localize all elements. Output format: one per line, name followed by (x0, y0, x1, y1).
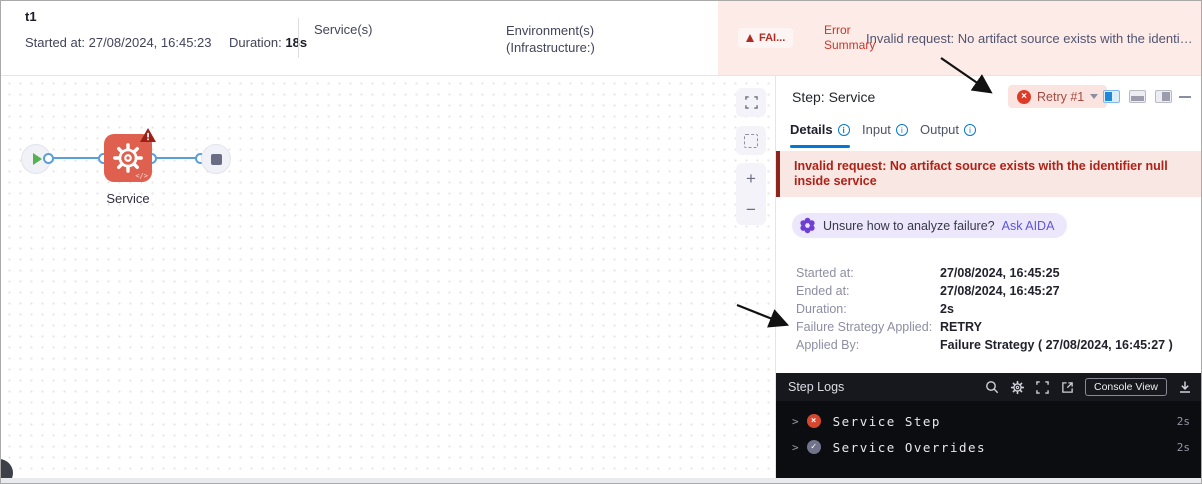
canvas-zoom-controls: + − (736, 163, 766, 225)
aida-icon (800, 217, 815, 234)
detail-label: Started at: (796, 266, 854, 280)
header-error-section: FAI... Error Summary Invalid request: No… (718, 1, 1201, 75)
ask-aida-link[interactable]: Ask AIDA (1002, 219, 1055, 233)
step-error-banner: Invalid request: No artifact source exis… (776, 151, 1201, 197)
step-logs-title: Step Logs (788, 380, 845, 394)
tab-input[interactable]: Input (862, 122, 908, 137)
layout-bottom-split-button[interactable] (1129, 90, 1146, 103)
step-logs-header: Step Logs Console View (776, 373, 1201, 401)
edge-service-to-end (152, 157, 201, 159)
expand-chevron-icon[interactable] (792, 415, 799, 428)
window-edge (1, 478, 1201, 483)
download-icon (1179, 381, 1190, 393)
log-row-service-overrides[interactable]: Service Overrides 2s (776, 434, 1201, 460)
log-row-service-step[interactable]: Service Step 2s (776, 408, 1201, 434)
duration: Duration: 18s (229, 35, 308, 50)
fullscreen-icon (744, 96, 758, 109)
canvas-select-button[interactable] (736, 126, 766, 155)
execution-header: t1 Started at: 27/08/2024, 16:45:23 Dura… (1, 1, 1201, 76)
layout-left-fill (1105, 92, 1112, 101)
step-panel-title: Step: Service (792, 89, 876, 105)
failed-status-icon (806, 414, 821, 428)
detail-value: 2s (940, 302, 954, 316)
detail-value: RETRY (940, 320, 982, 334)
aida-suggestion-pill: Unsure how to analyze failure? Ask AIDA (792, 213, 1068, 238)
tab-output[interactable]: Output (920, 122, 977, 137)
layout-bottom-fill (1131, 96, 1144, 101)
service-step-node[interactable] (104, 128, 156, 182)
gear-icon (113, 143, 143, 173)
detail-value: 27/08/2024, 16:45:25 (940, 266, 1060, 280)
fullscreen-icon (1036, 380, 1049, 394)
end-node[interactable] (201, 144, 231, 174)
layout-right-split-button[interactable] (1155, 90, 1172, 103)
services-label: Service(s) (314, 22, 373, 37)
detail-value: 27/08/2024, 16:45:27 (940, 284, 1060, 298)
pipeline-canvas[interactable]: Service + − (1, 76, 774, 480)
started-at: Started at: 27/08/2024, 16:45:23 (25, 35, 212, 50)
service-node-label: Service (106, 191, 150, 206)
status-badge[interactable]: FAI... (738, 28, 794, 48)
stop-icon (210, 153, 222, 165)
step-logs-console: Step Logs Console View > × Service Step … (776, 373, 1201, 480)
log-open-external-button[interactable] (1060, 380, 1075, 395)
zoom-out-button[interactable]: − (746, 201, 756, 218)
log-duration: 2s (1176, 440, 1190, 454)
tab-details[interactable]: Details (790, 122, 850, 137)
failed-status-icon (1017, 89, 1031, 104)
retry-dropdown-button[interactable]: Retry #1 (1008, 85, 1108, 108)
success-status-icon (806, 440, 821, 454)
marquee-select-icon (744, 133, 758, 148)
log-search-button[interactable] (985, 380, 1000, 395)
failure-warning-icon (140, 128, 156, 142)
zoom-in-button[interactable]: + (746, 170, 756, 187)
gear-icon (1010, 380, 1025, 394)
pipeline-execution-page: t1 Started at: 27/08/2024, 16:45:23 Dura… (0, 0, 1202, 484)
detail-label: Duration: (796, 302, 847, 316)
canvas-fullscreen-button[interactable] (736, 88, 766, 117)
console-view-button[interactable]: Console View (1084, 378, 1167, 396)
layout-left-split-button[interactable] (1103, 90, 1120, 103)
search-icon (986, 381, 999, 394)
play-icon (33, 153, 42, 165)
environments-label: Environment(s) (Infrastructure:) (506, 23, 595, 55)
detail-label: Ended at: (796, 284, 850, 298)
log-fullscreen-button[interactable] (1035, 380, 1050, 395)
detail-label: Applied By: (796, 338, 860, 352)
log-duration: 2s (1176, 414, 1190, 428)
external-link-icon (1062, 381, 1073, 393)
detail-label: Failure Strategy Applied: (796, 320, 933, 334)
error-summary-message: Invalid request: No artifact source exis… (866, 31, 1196, 46)
minimize-panel-button[interactable] (1179, 96, 1191, 98)
info-icon[interactable] (895, 123, 908, 136)
step-details-panel: Step: Service Retry #1 Details Input Out… (775, 76, 1201, 480)
expand-chevron-icon[interactable] (792, 441, 799, 454)
layout-right-fill (1162, 92, 1170, 101)
log-settings-button[interactable] (1010, 380, 1025, 395)
warning-triangle-icon (746, 34, 754, 42)
header-divider (298, 18, 299, 58)
chevron-down-icon (1090, 94, 1099, 99)
info-icon[interactable] (837, 123, 850, 136)
active-tab-indicator (790, 145, 850, 148)
log-download-button[interactable] (1177, 380, 1192, 395)
info-icon[interactable] (964, 123, 977, 136)
pipeline-name: t1 (25, 9, 37, 24)
edge-start-to-service (49, 157, 104, 159)
detail-value: Failure Strategy ( 27/08/2024, 16:45:27 … (940, 338, 1173, 352)
connector-dot (43, 152, 54, 164)
aida-prompt-text: Unsure how to analyze failure? (823, 218, 995, 233)
